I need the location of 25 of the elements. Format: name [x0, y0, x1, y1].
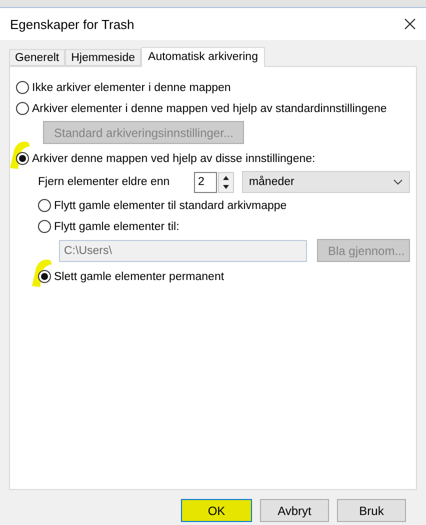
close-icon[interactable]	[404, 18, 416, 30]
radio-button[interactable]	[16, 81, 29, 94]
radio-button[interactable]	[16, 102, 29, 115]
radio-button[interactable]	[38, 199, 51, 212]
radio-button[interactable]	[38, 270, 51, 283]
window-title: Egenskaper for Trash	[10, 16, 134, 32]
radio-button[interactable]	[38, 220, 51, 233]
dialog-button[interactable]: Avbryt	[260, 499, 329, 522]
chevron-down-icon	[393, 179, 403, 185]
radio-label: Slett gamle elementer permanent	[54, 270, 224, 282]
dialog-button[interactable]: OK	[181, 499, 252, 522]
dialog-button[interactable]: Bruk	[337, 499, 406, 522]
spinner-arrows-icon[interactable]	[218, 172, 234, 192]
age-label: Fjern elementer eldre enn	[38, 176, 171, 188]
tab[interactable]: Generelt	[9, 49, 66, 66]
radio-label: Ikke arkiver elementer i denne mappen	[32, 82, 231, 94]
tab[interactable]: Automatisk arkivering	[141, 47, 265, 67]
radio-label: Arkiver elementer i denne mappen ved hjelp av standardinnstillingene	[32, 102, 387, 114]
number-field[interactable]: 2	[194, 172, 217, 192]
radio-button[interactable]	[16, 152, 29, 165]
radio-label: Flytt gamle elementer til standard arkivmappe	[54, 200, 287, 212]
radio-label: Arkiver denne mappen ved hjelp av disse innstillingene:	[32, 152, 316, 164]
tab[interactable]: Hjemmeside	[65, 49, 142, 66]
unit-dropdown[interactable]: måneder	[242, 171, 410, 193]
radio-label: Flytt gamle elementer til:	[54, 220, 180, 232]
